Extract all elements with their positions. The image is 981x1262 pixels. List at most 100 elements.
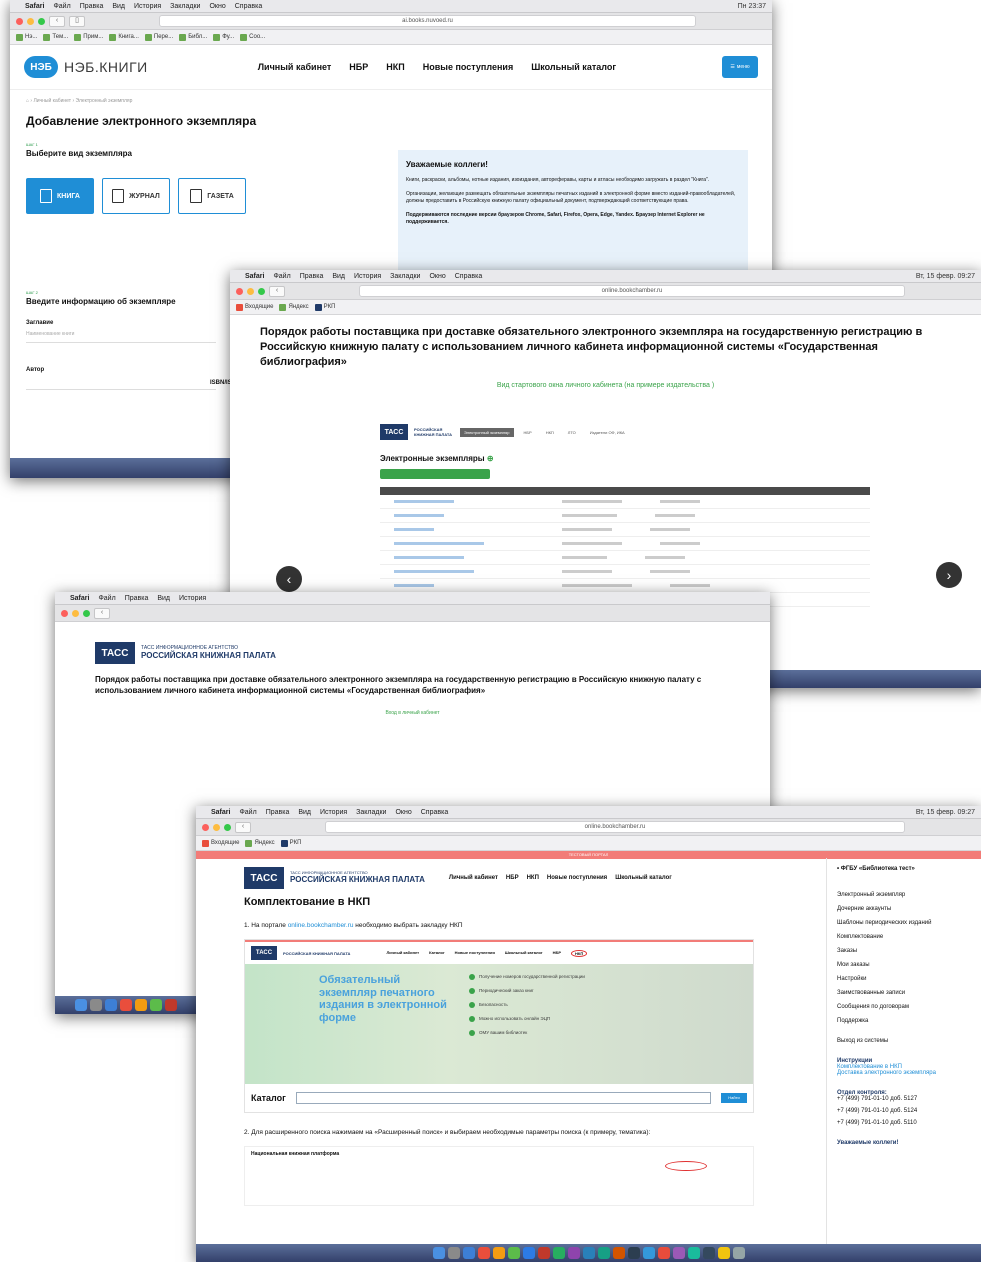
zoom-window-button[interactable] bbox=[38, 17, 45, 25]
logout-link[interactable]: Выход из системы bbox=[837, 1038, 971, 1044]
menubar-app[interactable]: Safari bbox=[245, 273, 264, 280]
back-icon[interactable]: ‹ bbox=[94, 607, 110, 619]
menubar-item[interactable]: Закладки bbox=[170, 3, 200, 10]
menubar-item[interactable]: Закладки bbox=[356, 809, 386, 816]
portal-link[interactable]: online.bookchamber.ru bbox=[288, 922, 354, 929]
table-row[interactable] bbox=[380, 551, 870, 565]
back-icon[interactable]: ‹ bbox=[269, 285, 285, 297]
menubar-item[interactable]: Вид bbox=[332, 273, 345, 280]
menubar-app[interactable]: Safari bbox=[70, 595, 89, 602]
app-icon[interactable] bbox=[627, 1247, 640, 1259]
sidebar-item[interactable]: Сообщения по договорам bbox=[837, 1004, 971, 1010]
kind-newspaper-button[interactable]: ГАЗЕТА bbox=[178, 178, 246, 214]
tab-nkp[interactable]: НКП bbox=[542, 428, 558, 437]
favorite-item[interactable]: Входящие bbox=[236, 303, 273, 311]
safari-icon[interactable] bbox=[105, 999, 117, 1011]
nav-link[interactable]: Новые поступления bbox=[547, 875, 607, 881]
favorite-item[interactable]: Нэ... bbox=[16, 33, 37, 41]
app-icon[interactable] bbox=[642, 1247, 655, 1259]
chrome-icon[interactable] bbox=[477, 1247, 490, 1259]
site-name[interactable]: НЭБ.КНИГИ bbox=[64, 59, 148, 75]
sidebar-item[interactable]: Заказы bbox=[837, 948, 971, 954]
table-row[interactable] bbox=[380, 537, 870, 551]
table-row[interactable] bbox=[380, 579, 870, 593]
table-row[interactable] bbox=[380, 509, 870, 523]
table-row[interactable] bbox=[380, 565, 870, 579]
table-row[interactable] bbox=[380, 523, 870, 537]
app-icon[interactable] bbox=[507, 1247, 520, 1259]
menubar-item[interactable]: Правка bbox=[266, 809, 290, 816]
launchpad-icon[interactable] bbox=[90, 999, 102, 1011]
app-icon[interactable] bbox=[537, 1247, 550, 1259]
favorite-item[interactable]: Библ... bbox=[179, 33, 207, 41]
nav-link[interactable]: Личный кабинет bbox=[258, 62, 332, 72]
menubar-item[interactable]: Закладки bbox=[390, 273, 420, 280]
prev-slide-button[interactable]: ‹ bbox=[276, 566, 302, 592]
finder-icon[interactable] bbox=[432, 1247, 445, 1259]
menubar-item[interactable]: Правка bbox=[300, 273, 324, 280]
table-row[interactable] bbox=[380, 495, 870, 509]
minimize-window-button[interactable] bbox=[27, 17, 34, 25]
menubar-item[interactable]: Справка bbox=[235, 3, 262, 10]
title-input[interactable]: Наименование книги bbox=[26, 326, 216, 343]
menubar-item[interactable]: Правка bbox=[80, 3, 104, 10]
nav-link[interactable]: НКП bbox=[386, 62, 404, 72]
sidebar-item[interactable]: Поддержка bbox=[837, 1018, 971, 1024]
menubar-item[interactable]: Окно bbox=[209, 3, 225, 10]
sidebar-item[interactable]: Комплектование bbox=[837, 934, 971, 940]
app-icon[interactable] bbox=[702, 1247, 715, 1259]
back-icon[interactable]: ‹ bbox=[49, 15, 65, 27]
favorite-item[interactable]: Входящие bbox=[202, 839, 239, 847]
sidebar-item[interactable]: Электронный экземпляр bbox=[837, 892, 971, 898]
nav-link[interactable]: НБР bbox=[349, 62, 368, 72]
sidebar-toggle-icon[interactable]: ▯ bbox=[69, 15, 85, 27]
app-icon[interactable] bbox=[567, 1247, 580, 1259]
app-icon[interactable] bbox=[612, 1247, 625, 1259]
favorite-item[interactable]: Яндекс bbox=[279, 303, 309, 311]
author-input[interactable] bbox=[26, 373, 216, 390]
tass-logo[interactable]: ТАСС bbox=[244, 867, 284, 889]
app-icon[interactable] bbox=[150, 999, 162, 1011]
menubar-item[interactable]: Окно bbox=[429, 273, 445, 280]
trash-icon[interactable] bbox=[732, 1247, 745, 1259]
neb-logo[interactable]: НЭБ bbox=[24, 56, 58, 78]
menubar-item[interactable]: Файл bbox=[273, 273, 290, 280]
app-icon[interactable] bbox=[597, 1247, 610, 1259]
tab-lto[interactable]: ЛТО bbox=[564, 428, 580, 437]
zoom-window-button[interactable] bbox=[258, 287, 265, 295]
back-icon[interactable]: ‹ bbox=[235, 821, 251, 833]
minimize-window-button[interactable] bbox=[213, 823, 220, 831]
menubar-item[interactable]: Файл bbox=[239, 809, 256, 816]
favorite-item[interactable]: Книга... bbox=[109, 33, 139, 41]
nav-link[interactable]: Школьный каталог bbox=[531, 62, 616, 72]
sidebar-item[interactable]: Шаблоны периодических изданий bbox=[837, 920, 971, 926]
menubar-item[interactable]: История bbox=[354, 273, 381, 280]
favorite-item[interactable]: Тем... bbox=[43, 33, 68, 41]
sidebar-item[interactable]: Настройки bbox=[837, 976, 971, 982]
safari-icon[interactable] bbox=[462, 1247, 475, 1259]
app-icon[interactable] bbox=[657, 1247, 670, 1259]
chrome-icon[interactable] bbox=[120, 999, 132, 1011]
nav-link[interactable]: Личный кабинет bbox=[449, 875, 498, 881]
tab-nbr[interactable]: НБР bbox=[520, 428, 536, 437]
nav-link[interactable]: НКП bbox=[527, 875, 539, 881]
kind-book-button[interactable]: КНИГА bbox=[26, 178, 94, 214]
close-window-button[interactable] bbox=[16, 17, 23, 25]
nav-link[interactable]: Новые поступления bbox=[423, 62, 513, 72]
favorite-item[interactable]: Фу... bbox=[213, 33, 234, 41]
favorite-item[interactable]: РКП bbox=[280, 839, 301, 847]
instruction-link[interactable]: Доставка электронного экземпляра bbox=[837, 1070, 971, 1076]
finder-icon[interactable] bbox=[75, 999, 87, 1011]
app-icon[interactable] bbox=[522, 1247, 535, 1259]
menubar-item[interactable]: Окно bbox=[395, 809, 411, 816]
menu-button[interactable]: ☰ меню bbox=[722, 56, 758, 78]
app-icon[interactable] bbox=[165, 999, 177, 1011]
tab-electronic-copy[interactable]: Электронный экземпляр bbox=[460, 427, 514, 437]
close-window-button[interactable] bbox=[202, 823, 209, 831]
add-icon[interactable]: ⊕ bbox=[487, 454, 494, 463]
app-icon[interactable] bbox=[672, 1247, 685, 1259]
zoom-window-button[interactable] bbox=[224, 823, 231, 831]
app-icon[interactable] bbox=[135, 999, 147, 1011]
favorite-item[interactable]: РКП bbox=[314, 303, 335, 311]
menubar-item[interactable]: Справка bbox=[455, 273, 482, 280]
